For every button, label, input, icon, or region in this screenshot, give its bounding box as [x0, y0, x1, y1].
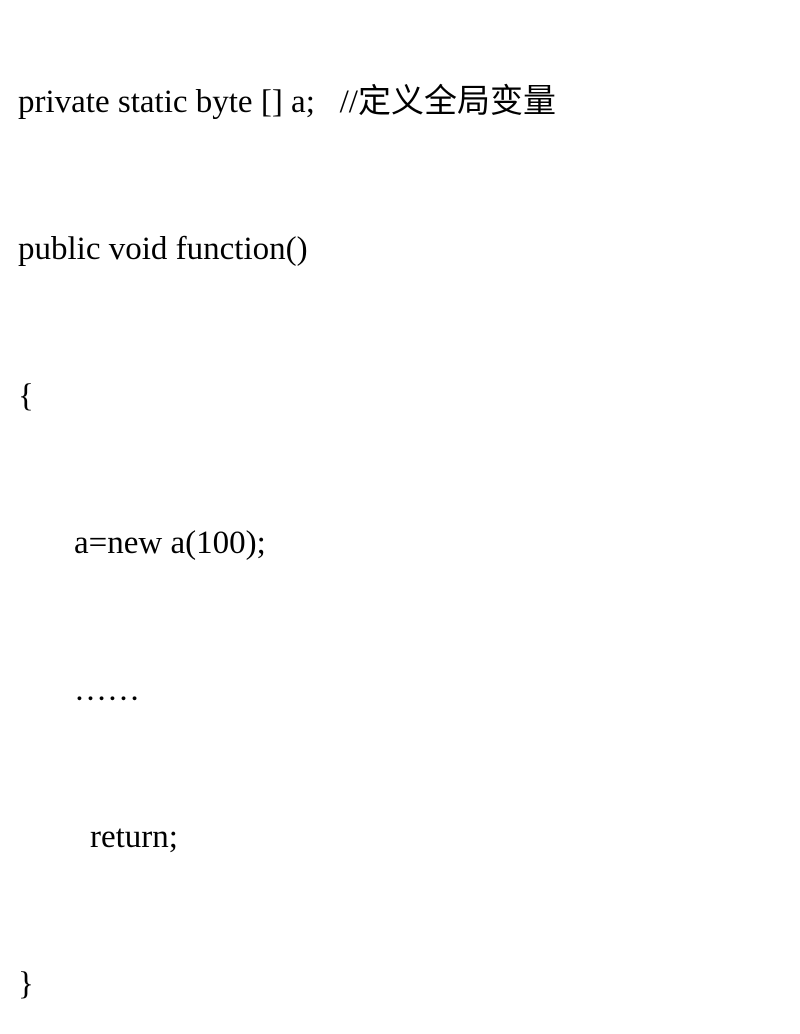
code-text: a=new a(100); [74, 525, 266, 561]
code-line-function-signature: public void function() [18, 233, 782, 266]
code-line-return: return; [18, 821, 782, 854]
code-text: public void function() [18, 231, 308, 267]
code-comment: //定义全局变量 [340, 84, 556, 120]
code-text: private static byte [] a; [18, 84, 315, 120]
spacer [315, 84, 340, 120]
code-line-assignment: a=new a(100); [18, 527, 782, 560]
code-text: { [18, 378, 34, 414]
code-line-declaration: private static byte [] a; //定义全局变量 [18, 86, 782, 119]
code-snippet: private static byte [] a; //定义全局变量 publi… [18, 20, 782, 1034]
code-text: return; [90, 819, 178, 855]
code-text: …… [74, 672, 140, 708]
code-line-brace-close: } [18, 968, 782, 1001]
code-line-ellipsis: …… [18, 674, 782, 707]
code-text: } [18, 966, 34, 1002]
code-line-brace-open: { [18, 380, 782, 413]
